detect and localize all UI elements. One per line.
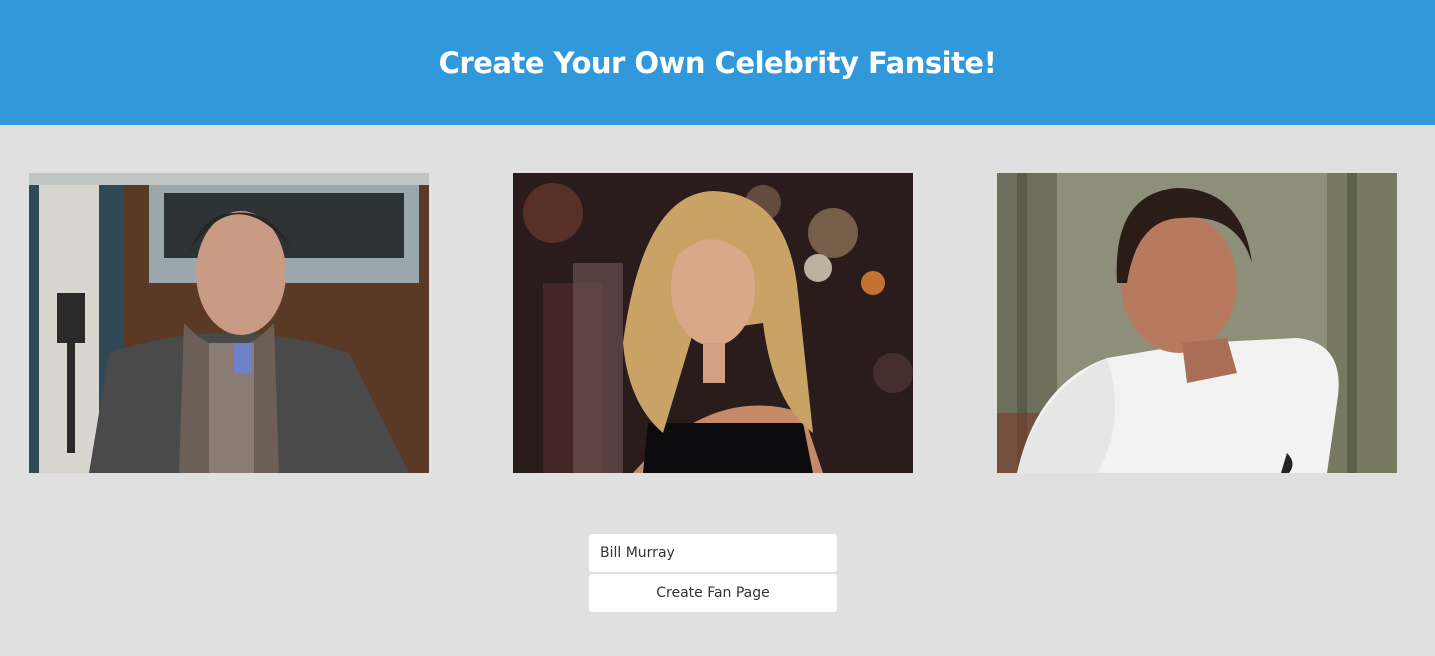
create-fan-page-button[interactable]: Create Fan Page xyxy=(589,574,837,612)
page-header: Create Your Own Celebrity Fansite! xyxy=(0,0,1435,125)
fan-page-form: Create Fan Page xyxy=(589,534,837,612)
celebrity-photo-3[interactable] xyxy=(997,173,1397,473)
celebrity-photo-icon xyxy=(513,173,913,473)
celebrity-name-input[interactable] xyxy=(589,534,837,572)
celebrity-photo-icon xyxy=(29,173,429,473)
celebrity-photo-2[interactable] xyxy=(513,173,913,473)
page-title: Create Your Own Celebrity Fansite! xyxy=(438,45,997,80)
celebrity-photo-icon xyxy=(997,173,1397,473)
celebrity-photo-1[interactable] xyxy=(29,173,429,473)
